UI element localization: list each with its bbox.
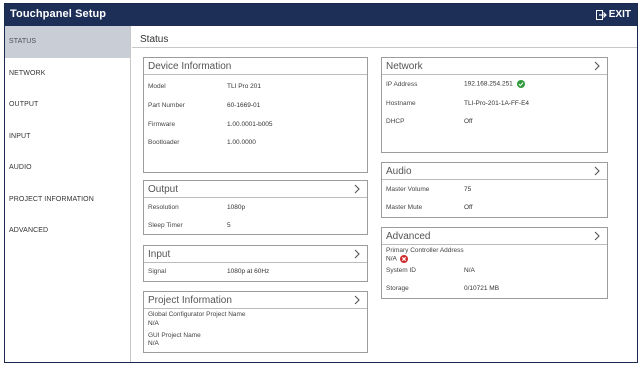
card-title: Device Information bbox=[148, 60, 232, 72]
card-header: Advanced bbox=[382, 228, 607, 245]
check-circle-icon bbox=[516, 80, 525, 88]
dhcp-value: Off bbox=[464, 118, 473, 125]
sidebar-item-project-information[interactable]: PROJECT INFORMATION bbox=[5, 184, 130, 216]
page-title: Status bbox=[140, 34, 169, 45]
exit-icon bbox=[595, 9, 607, 20]
global-configurator-label: Global Configurator Project Name bbox=[148, 311, 246, 318]
sidebar-item-label: OUTPUT bbox=[9, 101, 39, 109]
model-value: TLI Pro 201 bbox=[227, 83, 261, 90]
sidebar-item-label: NETWORK bbox=[9, 69, 46, 77]
hostname-value: TLI-Pro-201-1A-FF-E4 bbox=[464, 100, 530, 107]
resolution-label: Resolution bbox=[148, 204, 179, 211]
master-volume-value: 75 bbox=[464, 186, 472, 193]
exit-button[interactable]: EXIT bbox=[595, 9, 631, 20]
sidebar: STATUS NETWORK OUTPUT INPUT AUDIO PROJEC… bbox=[5, 26, 131, 362]
firmware-label: Firmware bbox=[148, 121, 176, 128]
storage-value: 0/10721 MB bbox=[464, 285, 500, 292]
part-number-value: 60-1669-01 bbox=[227, 102, 261, 109]
chevron-right-icon[interactable] bbox=[593, 231, 601, 241]
app-window: Touchpanel Setup EXIT STATUS NETWORK OUT… bbox=[4, 3, 638, 363]
card-header: Output bbox=[144, 181, 367, 198]
card-header: Project Information bbox=[144, 292, 367, 309]
hostname-label: Hostname bbox=[386, 100, 416, 107]
card-title: Project Information bbox=[148, 294, 232, 306]
storage-label: Storage bbox=[386, 285, 409, 292]
part-number-label: Part Number bbox=[148, 102, 185, 109]
header-divider bbox=[132, 47, 637, 48]
card-header: Network bbox=[382, 58, 607, 75]
project-information-card[interactable]: Project Information Global Configurator … bbox=[143, 291, 368, 353]
signal-label: Signal bbox=[148, 268, 167, 275]
bootloader-label: Bootloader bbox=[148, 139, 180, 146]
network-card[interactable]: Network IP Address 192.168.254.251 Hostn… bbox=[381, 57, 608, 153]
chevron-right-icon[interactable] bbox=[353, 184, 361, 194]
card-header: Audio bbox=[382, 163, 607, 180]
card-title: Output bbox=[148, 183, 179, 195]
primary-controller-value: N/A bbox=[386, 255, 397, 263]
sleep-timer-value: 5 bbox=[227, 222, 231, 229]
chevron-right-icon[interactable] bbox=[593, 166, 601, 176]
ip-address-value: 192.168.254.251 bbox=[464, 80, 513, 88]
card-header: Device Information bbox=[144, 58, 367, 75]
chevron-right-icon[interactable] bbox=[353, 249, 361, 259]
output-card[interactable]: Output Resolution 1080p Sleep Timer 5 bbox=[143, 180, 368, 235]
bootloader-value: 1.00.0000 bbox=[227, 139, 256, 146]
card-title: Advanced bbox=[386, 230, 431, 242]
sidebar-item-label: AUDIO bbox=[9, 164, 32, 172]
model-label: Model bbox=[148, 83, 166, 90]
gui-project-value: N/A bbox=[148, 340, 159, 347]
x-circle-icon bbox=[399, 255, 408, 263]
sidebar-item-label: PROJECT INFORMATION bbox=[9, 195, 94, 203]
primary-controller-label: Primary Controller Address bbox=[386, 247, 464, 254]
resolution-value: 1080p bbox=[227, 204, 246, 211]
sidebar-item-network[interactable]: NETWORK bbox=[5, 58, 130, 90]
advanced-card[interactable]: Advanced Primary Controller Address N/A … bbox=[381, 227, 608, 299]
master-volume-label: Master Volume bbox=[386, 186, 430, 193]
chevron-right-icon[interactable] bbox=[353, 295, 361, 305]
global-configurator-value: N/A bbox=[148, 320, 159, 327]
card-title: Audio bbox=[386, 165, 412, 177]
master-mute-value: Off bbox=[464, 204, 473, 211]
main-panel: Status Device Information Model TLI Pro … bbox=[132, 26, 637, 362]
ip-address-label: IP Address bbox=[386, 81, 418, 88]
gui-project-label: GUI Project Name bbox=[148, 332, 201, 339]
sidebar-item-label: STATUS bbox=[9, 38, 37, 46]
audio-card[interactable]: Audio Master Volume 75 Master Mute Off bbox=[381, 162, 608, 218]
system-id-value: N/A bbox=[464, 267, 475, 274]
card-title: Input bbox=[148, 248, 171, 260]
master-mute-label: Master Mute bbox=[386, 204, 423, 211]
sidebar-item-input[interactable]: INPUT bbox=[5, 121, 130, 153]
title-bar: Touchpanel Setup EXIT bbox=[5, 4, 637, 26]
card-title: Network bbox=[386, 60, 423, 72]
input-card[interactable]: Input Signal 1080p at 60Hz bbox=[143, 245, 368, 282]
firmware-value: 1.00.0001-b005 bbox=[227, 121, 273, 128]
card-header: Input bbox=[144, 246, 367, 263]
exit-label: EXIT bbox=[608, 9, 631, 20]
ip-address-row: 192.168.254.251 bbox=[464, 80, 525, 88]
sidebar-item-output[interactable]: OUTPUT bbox=[5, 89, 130, 121]
system-id-label: System ID bbox=[386, 267, 416, 274]
chevron-right-icon[interactable] bbox=[593, 61, 601, 71]
signal-value: 1080p at 60Hz bbox=[227, 268, 270, 275]
app-title: Touchpanel Setup bbox=[10, 8, 107, 20]
device-information-card: Device Information Model TLI Pro 201 Par… bbox=[143, 57, 368, 173]
primary-controller-row: N/A bbox=[386, 255, 408, 263]
sidebar-item-status[interactable]: STATUS bbox=[5, 26, 130, 58]
dhcp-label: DHCP bbox=[386, 118, 405, 125]
sidebar-item-audio[interactable]: AUDIO bbox=[5, 152, 130, 184]
sleep-timer-label: Sleep Timer bbox=[148, 222, 183, 229]
sidebar-item-advanced[interactable]: ADVANCED bbox=[5, 215, 130, 247]
sidebar-item-label: ADVANCED bbox=[9, 227, 49, 235]
sidebar-item-label: INPUT bbox=[9, 132, 31, 140]
